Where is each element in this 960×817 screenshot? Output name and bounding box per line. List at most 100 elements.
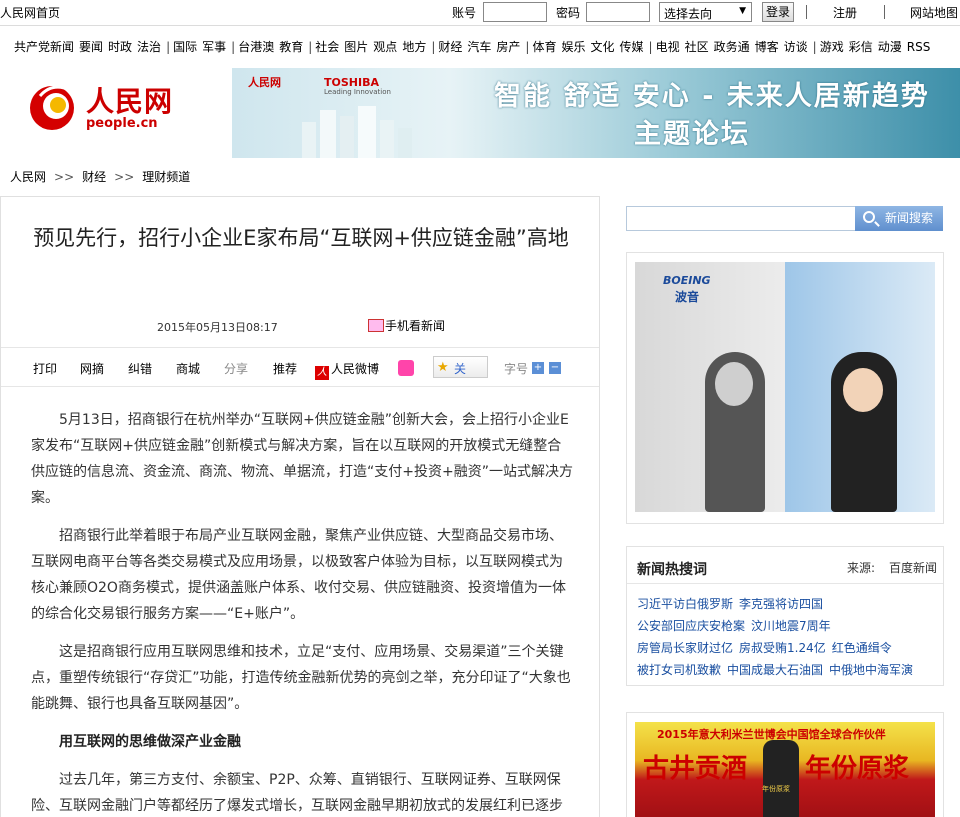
- gujing-brand: 古井贡酒: [643, 754, 748, 784]
- boeing-logo-cn: 波音: [675, 290, 700, 304]
- breadcrumb-item[interactable]: 理财频道: [142, 170, 190, 184]
- login-button[interactable]: 登录: [762, 2, 794, 22]
- bottle-image: 年份原浆: [762, 740, 799, 817]
- article-subheading: 用互联网的思维做深产业金融: [59, 734, 241, 750]
- nav-divider: |: [648, 40, 653, 54]
- goto-select[interactable]: 选择去向 ▼: [659, 2, 752, 22]
- nav-divider: |: [308, 40, 313, 54]
- hot-source-link[interactable]: 百度新闻: [889, 559, 937, 576]
- logo-url: people.cn: [86, 116, 158, 131]
- divider: [806, 5, 807, 19]
- hot-search-row: 公安部回应庆安枪案 汶川地震7周年: [637, 617, 837, 634]
- mobile-news-link[interactable]: 手机看新闻: [368, 317, 445, 334]
- excerpt-button[interactable]: 网摘: [80, 360, 104, 377]
- nav-item[interactable]: 社区: [685, 38, 709, 55]
- nav-item[interactable]: 娱乐: [561, 38, 585, 55]
- hot-search-link[interactable]: 房叔受贿1.24亿: [739, 641, 826, 655]
- hot-search-link[interactable]: 公安部回应庆安枪案: [637, 619, 745, 633]
- nav-item[interactable]: 电视: [656, 38, 680, 55]
- gujing-product: 年份原浆: [805, 754, 910, 784]
- hot-search-row: 房管局长家财过亿 房叔受贿1.24亿 红色通缉令: [637, 639, 898, 656]
- correct-button[interactable]: 纠错: [128, 360, 152, 377]
- nav-item[interactable]: RSS: [907, 40, 931, 54]
- banner-headline: 智能 舒适 安心 - 未来人居新趋势: [494, 81, 930, 112]
- follow-label: 关: [454, 362, 467, 376]
- nav-item[interactable]: 国际: [173, 38, 197, 55]
- hot-search-link[interactable]: 红色通缉令: [832, 641, 892, 655]
- home-link[interactable]: 人民网首页: [0, 4, 60, 21]
- nav-item[interactable]: 财经: [438, 38, 462, 55]
- nav-item[interactable]: 博客: [755, 38, 779, 55]
- password-label: 密码: [556, 6, 581, 20]
- recommend-button[interactable]: 推荐: [273, 360, 297, 377]
- hot-search-link[interactable]: 被打女司机致歉: [637, 663, 721, 677]
- nav-item[interactable]: 动漫: [878, 38, 902, 55]
- hot-search-link[interactable]: 房管局长家财过亿: [637, 641, 733, 655]
- hot-search-title: 新闻热搜词: [637, 562, 707, 578]
- chevron-down-icon: ▼: [739, 6, 746, 16]
- news-search-button[interactable]: 新闻搜索: [855, 206, 943, 231]
- article-paragraph: 过去几年，第三方支付、余额宝、P2P、众筹、直销银行、互联网证券、互联网保险、互…: [31, 772, 563, 814]
- hot-search-link[interactable]: 中俄地中海军演: [829, 663, 913, 677]
- nav-item[interactable]: 文化: [591, 38, 615, 55]
- search-icon: [863, 211, 875, 223]
- nav-item[interactable]: 观点: [373, 38, 397, 55]
- font-increase-button[interactable]: +: [532, 362, 544, 374]
- nav-item[interactable]: 政务通: [714, 38, 750, 55]
- breadcrumb-sep: >>: [114, 170, 135, 184]
- nav-divider: |: [166, 40, 171, 54]
- nav-item[interactable]: 时政: [108, 38, 132, 55]
- boeing-ad[interactable]: BOEING 波音: [626, 252, 944, 524]
- nav-item[interactable]: 体育: [532, 38, 556, 55]
- nav-item[interactable]: 共产党新闻: [14, 38, 74, 55]
- password-input[interactable]: [586, 2, 650, 22]
- hot-search-row: 被打女司机致歉 中国成最大石油国 中俄地中海军演: [637, 661, 919, 678]
- weibo-button[interactable]: 人人民微博: [315, 360, 379, 380]
- hot-search-box: 新闻热搜词 来源: 百度新闻 习近平访白俄罗斯 李克强将访四国 公安部回应庆安枪案汶…: [626, 546, 944, 686]
- search-button-label: 新闻搜索: [885, 211, 934, 225]
- nav-item[interactable]: 地方: [402, 38, 426, 55]
- breadcrumb: 人民网 >> 财经 >> 理财频道: [10, 168, 190, 185]
- sitemap-link[interactable]: 网站地图: [910, 4, 958, 21]
- register-link[interactable]: 注册: [833, 4, 857, 21]
- city-buildings-icon: [302, 106, 412, 158]
- nav-divider: |: [525, 40, 530, 54]
- follow-button[interactable]: ★ 关: [433, 356, 488, 378]
- mall-button[interactable]: 商城: [176, 360, 200, 377]
- account-input[interactable]: [483, 2, 547, 22]
- nav-divider: |: [431, 40, 436, 54]
- banner-toshiba-tagline: Leading Innovation: [324, 88, 391, 96]
- nav-item[interactable]: 传媒: [620, 38, 644, 55]
- nav-item[interactable]: 要闻: [79, 38, 103, 55]
- breadcrumb-item[interactable]: 财经: [82, 170, 106, 184]
- nav-item[interactable]: 访谈: [784, 38, 808, 55]
- hot-search-link[interactable]: 习近平访白俄罗斯: [637, 597, 733, 611]
- nav-item[interactable]: 房产: [496, 38, 520, 55]
- nav-divider: |: [812, 40, 817, 54]
- boeing-logo: BOEING: [663, 274, 711, 287]
- hot-search-link[interactable]: 李克强将访四国: [739, 597, 823, 611]
- gujing-ad-image: 2015年意大利米兰世博会中国馆全球合作伙伴 古井贡酒 年份原浆 年份原浆: [635, 722, 935, 817]
- gujing-ad[interactable]: 2015年意大利米兰世博会中国馆全球合作伙伴 古井贡酒 年份原浆 年份原浆: [626, 712, 944, 817]
- banner-subline: 主题论坛: [634, 119, 750, 150]
- hot-source-label: 来源:: [847, 561, 876, 575]
- nav-item[interactable]: 法治: [137, 38, 161, 55]
- nav-item[interactable]: 彩信: [849, 38, 873, 55]
- nav-item[interactable]: 社会: [315, 38, 339, 55]
- hot-search-row: 习近平访白俄罗斯 李克强将访四国: [637, 595, 829, 612]
- banner-ad[interactable]: 人民网 TOSHIBA Leading Innovation 智能 舒适 安心 …: [232, 68, 960, 158]
- print-button[interactable]: 打印: [33, 360, 57, 377]
- font-decrease-button[interactable]: −: [549, 362, 561, 374]
- hot-search-link[interactable]: 中国成最大石油国: [727, 663, 823, 677]
- breadcrumb-item[interactable]: 人民网: [10, 170, 46, 184]
- nav-item[interactable]: 图片: [344, 38, 368, 55]
- nav-item[interactable]: 汽车: [467, 38, 491, 55]
- boeing-ad-image: BOEING 波音: [635, 262, 935, 512]
- share-icon[interactable]: [398, 360, 414, 376]
- nav-item[interactable]: 台港澳: [238, 38, 274, 55]
- nav-item[interactable]: 教育: [279, 38, 303, 55]
- nav-item[interactable]: 军事: [202, 38, 226, 55]
- hot-search-link[interactable]: 汶川地震7周年: [751, 619, 831, 633]
- news-search-input[interactable]: [626, 206, 856, 231]
- nav-item[interactable]: 游戏: [820, 38, 844, 55]
